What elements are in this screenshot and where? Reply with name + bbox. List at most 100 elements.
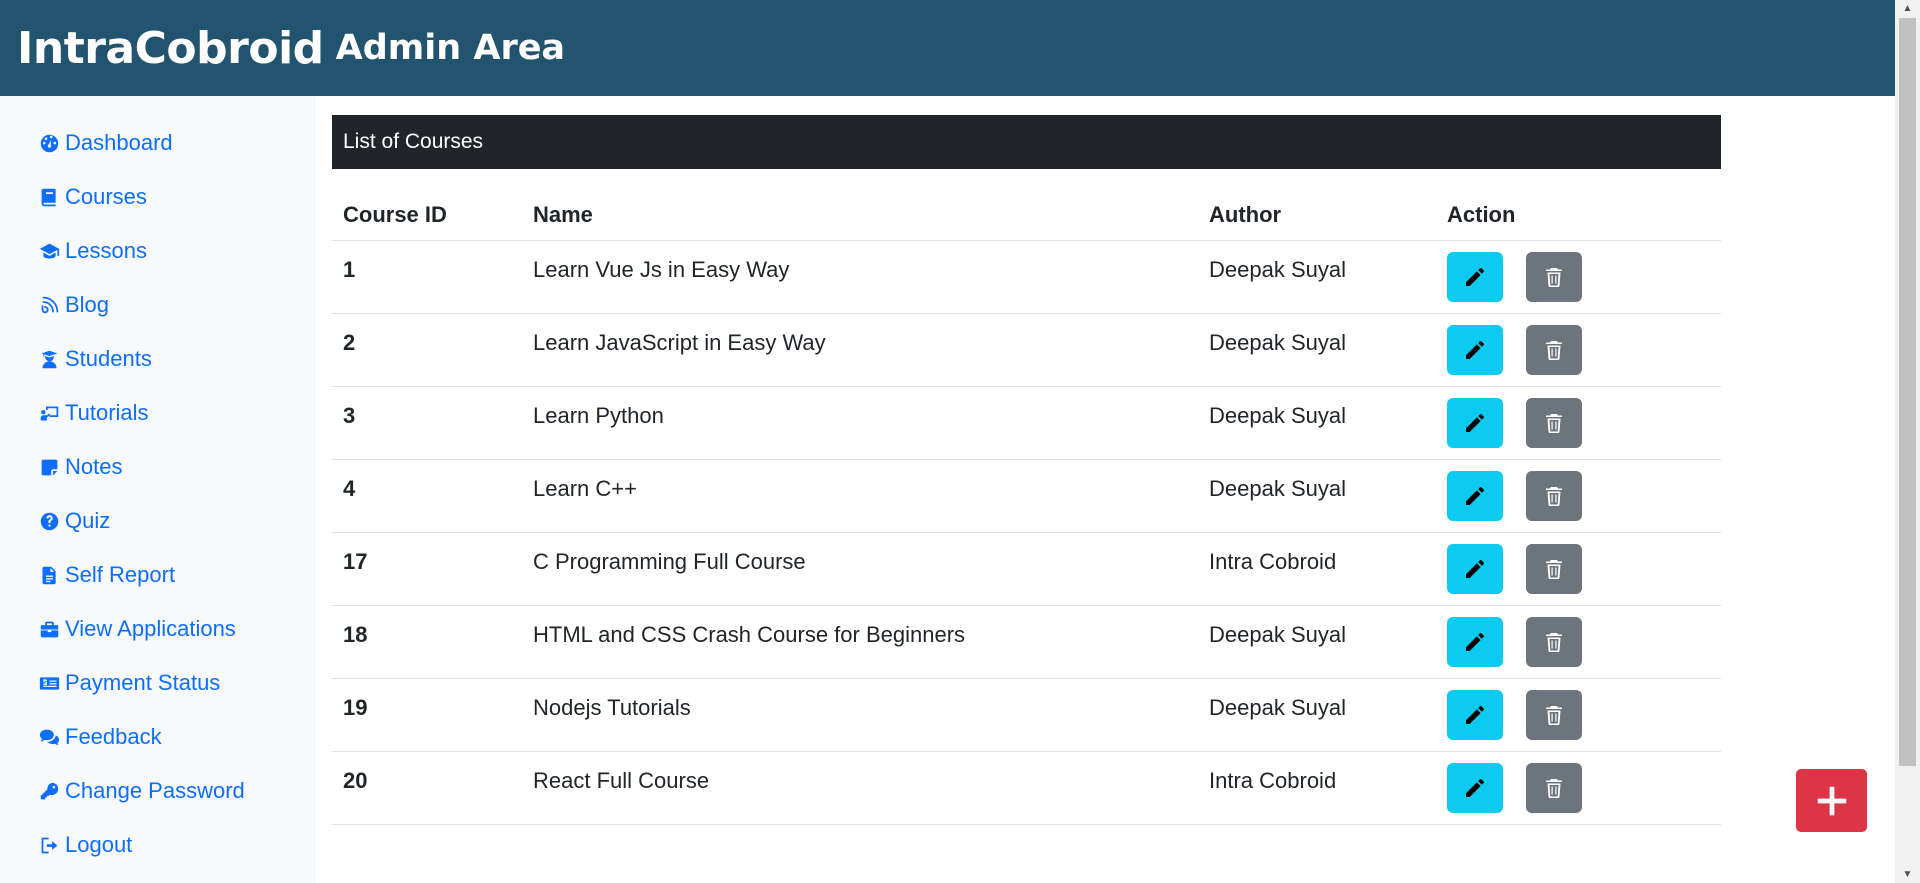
- table-row: 1 Learn Vue Js in Easy Way Deepak Suyal: [332, 240, 1721, 314]
- column-header-name: Name: [522, 191, 1198, 241]
- sidebar-item-label: Blog: [65, 292, 110, 317]
- course-name-cell: React Full Course: [522, 751, 1198, 825]
- sidebar-item-label: Courses: [65, 184, 147, 209]
- gauge-icon: [37, 131, 61, 155]
- sidebar-item-courses[interactable]: Courses: [0, 170, 316, 224]
- edit-course-button[interactable]: [1447, 543, 1503, 594]
- course-name-cell: Nodejs Tutorials: [522, 678, 1198, 752]
- course-id-cell: 18: [332, 605, 522, 679]
- scroll-down-arrow-icon[interactable]: ▼: [1899, 866, 1916, 883]
- course-id-cell: 19: [332, 678, 522, 752]
- course-actions-cell: [1436, 605, 1721, 679]
- table-row: 20 React Full Course Intra Cobroid: [332, 751, 1721, 825]
- add-course-button[interactable]: [1796, 769, 1867, 832]
- pencil-icon: [1463, 338, 1487, 362]
- sidebar-item-blog[interactable]: Blog: [0, 278, 316, 332]
- delete-course-button[interactable]: [1526, 324, 1582, 375]
- delete-course-button[interactable]: [1526, 616, 1582, 667]
- plus-icon: [1817, 786, 1846, 815]
- sidebar-item-change-password[interactable]: Change Password: [0, 764, 316, 818]
- sidebar-item-dashboard[interactable]: Dashboard: [0, 116, 316, 170]
- sidebar-item-self-report[interactable]: Self Report: [0, 548, 316, 602]
- table-row: 17 C Programming Full Course Intra Cobroid: [332, 532, 1721, 606]
- trash-icon: [1542, 703, 1566, 727]
- sidebar-item-label: Logout: [65, 832, 133, 857]
- question-circle-icon: [37, 509, 61, 533]
- course-name-cell: HTML and CSS Crash Course for Beginners: [522, 605, 1198, 679]
- book-icon: [37, 185, 61, 209]
- edit-course-button[interactable]: [1447, 324, 1503, 375]
- sidebar-item-logout[interactable]: Logout: [0, 818, 316, 872]
- top-header: IntraCobroid Admin Area: [0, 0, 1895, 96]
- course-actions-cell: [1436, 532, 1721, 606]
- blog-icon: [37, 293, 61, 317]
- trash-icon: [1542, 484, 1566, 508]
- course-actions-cell: [1436, 678, 1721, 752]
- sidebar: Dashboard Courses Lessons Blog Students …: [0, 96, 316, 883]
- course-actions-cell: [1436, 240, 1721, 314]
- graduation-cap-icon: [37, 239, 61, 263]
- brand-name: IntraCobroid: [17, 22, 324, 74]
- course-actions-cell: [1436, 459, 1721, 533]
- table-row: 2 Learn JavaScript in Easy Way Deepak Suya…: [332, 313, 1721, 387]
- money-check-icon: [37, 671, 61, 695]
- edit-course-button[interactable]: [1447, 689, 1503, 740]
- course-author-cell: Deepak Suyal: [1198, 313, 1436, 387]
- course-actions-cell: [1436, 751, 1721, 825]
- scrollbar-thumb[interactable]: [1899, 18, 1916, 766]
- courses-table: Course ID Name Author Action 1 Learn Vue …: [332, 191, 1721, 825]
- sidebar-item-label: Lessons: [65, 238, 147, 263]
- edit-course-button[interactable]: [1447, 397, 1503, 448]
- course-author-cell: Deepak Suyal: [1198, 459, 1436, 533]
- delete-course-button[interactable]: [1526, 762, 1582, 813]
- sidebar-item-label: Feedback: [65, 724, 162, 749]
- sidebar-item-label: Tutorials: [65, 400, 149, 425]
- sidebar-item-students[interactable]: Students: [0, 332, 316, 386]
- course-author-cell: Deepak Suyal: [1198, 386, 1436, 460]
- table-row: 18 HTML and CSS Crash Course for Beginner…: [332, 605, 1721, 679]
- student-icon: [37, 347, 61, 371]
- course-actions-cell: [1436, 313, 1721, 387]
- sticky-note-icon: [37, 455, 61, 479]
- edit-course-button[interactable]: [1447, 762, 1503, 813]
- course-name-cell: Learn Python: [522, 386, 1198, 460]
- pencil-icon: [1463, 484, 1487, 508]
- pencil-icon: [1463, 776, 1487, 800]
- table-row: 4 Learn C++ Deepak Suyal: [332, 459, 1721, 533]
- course-name-cell: Learn Vue Js in Easy Way: [522, 240, 1198, 314]
- course-id-cell: 20: [332, 751, 522, 825]
- edit-course-button[interactable]: [1447, 470, 1503, 521]
- sidebar-item-quiz[interactable]: Quiz: [0, 494, 316, 548]
- delete-course-button[interactable]: [1526, 251, 1582, 302]
- file-alt-icon: [37, 563, 61, 587]
- header-subtitle: Admin Area: [335, 28, 566, 68]
- pencil-icon: [1463, 411, 1487, 435]
- card-title: List of Courses: [332, 115, 1721, 169]
- sidebar-item-lessons[interactable]: Lessons: [0, 224, 316, 278]
- course-actions-cell: [1436, 386, 1721, 460]
- course-author-cell: Deepak Suyal: [1198, 678, 1436, 752]
- sidebar-item-label: Quiz: [65, 508, 111, 533]
- course-author-cell: Intra Cobroid: [1198, 532, 1436, 606]
- delete-course-button[interactable]: [1526, 470, 1582, 521]
- sign-out-icon: [37, 833, 61, 857]
- pencil-icon: [1463, 703, 1487, 727]
- edit-course-button[interactable]: [1447, 251, 1503, 302]
- chalkboard-teacher-icon: [37, 401, 61, 425]
- column-header-course-id: Course ID: [332, 191, 522, 241]
- sidebar-item-label: Notes: [65, 454, 123, 479]
- sidebar-item-notes[interactable]: Notes: [0, 440, 316, 494]
- scroll-up-arrow-icon[interactable]: ▲: [1899, 0, 1916, 17]
- sidebar-item-tutorials[interactable]: Tutorials: [0, 386, 316, 440]
- sidebar-item-payment-status[interactable]: Payment Status: [0, 656, 316, 710]
- delete-course-button[interactable]: [1526, 397, 1582, 448]
- table-header-row: Course ID Name Author Action: [332, 191, 1721, 241]
- delete-course-button[interactable]: [1526, 543, 1582, 594]
- sidebar-item-feedback[interactable]: Feedback: [0, 710, 316, 764]
- trash-icon: [1542, 411, 1566, 435]
- briefcase-icon: [37, 617, 61, 641]
- delete-course-button[interactable]: [1526, 689, 1582, 740]
- edit-course-button[interactable]: [1447, 616, 1503, 667]
- sidebar-item-label: Change Password: [65, 778, 245, 803]
- sidebar-item-view-applications[interactable]: View Applications: [0, 602, 316, 656]
